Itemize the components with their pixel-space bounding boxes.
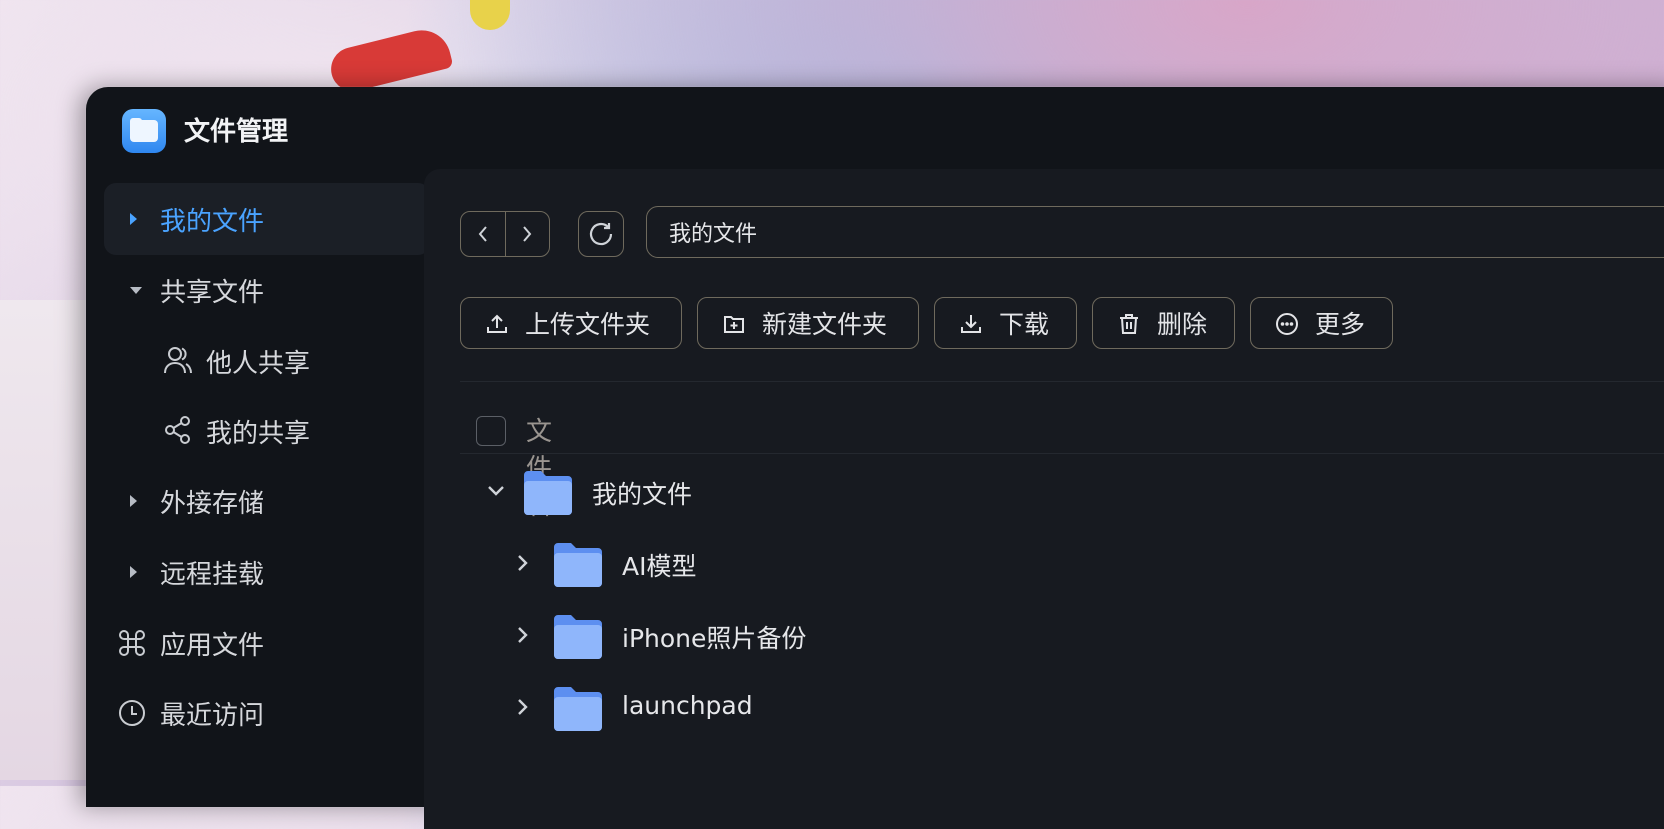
sidebar-item-label: 他人共享: [206, 348, 311, 379]
sidebar-item-label: 应用文件: [160, 630, 265, 661]
folder-plus-icon: [722, 312, 746, 342]
share-icon: [164, 415, 192, 452]
caret-right-icon: [130, 495, 137, 507]
select-all-checkbox[interactable]: [476, 416, 506, 446]
sidebar-item-label: 最近访问: [160, 700, 265, 731]
delete-button[interactable]: 删除: [1092, 297, 1235, 349]
table-row[interactable]: 我的文件: [460, 463, 1660, 523]
button-label: 更多: [1315, 310, 1366, 339]
sidebar-item-label: 我的共享: [206, 418, 311, 449]
sidebar-item-recent[interactable]: 最近访问: [104, 677, 430, 749]
refresh-icon: [589, 222, 613, 246]
chevron-down-icon[interactable]: [486, 483, 506, 502]
table-row[interactable]: launchpad: [460, 679, 1660, 739]
new-folder-button[interactable]: 新建文件夹: [697, 297, 919, 349]
chevron-right-icon[interactable]: [516, 553, 530, 577]
upload-icon: [485, 312, 509, 342]
download-icon: [959, 312, 983, 342]
app-title: 文件管理: [184, 117, 289, 147]
sidebar-item-remote-mount[interactable]: 远程挂载: [104, 536, 430, 608]
folder-icon: [552, 685, 604, 737]
file-name: iPhone照片备份: [622, 624, 807, 653]
forward-button[interactable]: [506, 212, 550, 256]
button-label: 上传文件夹: [525, 310, 651, 339]
sidebar-item-label: 我的文件: [160, 206, 265, 237]
button-label: 删除: [1157, 310, 1208, 339]
folder-app-icon: [122, 109, 166, 153]
sidebar-item-app-files[interactable]: 应用文件: [104, 607, 430, 679]
sidebar-item-label: 远程挂载: [160, 559, 265, 590]
folder-icon: [552, 613, 604, 665]
sidebar-item-shared-files[interactable]: 共享文件: [104, 254, 430, 326]
command-icon: [118, 629, 146, 664]
clock-icon: [118, 699, 146, 734]
main-panel: 我的文件 上传文件夹 新建文件夹 下载 删除 更多 文件 我的文件 AI模型 i…: [424, 169, 1664, 829]
chevron-right-icon[interactable]: [516, 697, 530, 721]
upload-folder-button[interactable]: 上传文件夹: [460, 297, 682, 349]
table-row[interactable]: iPhone照片备份: [460, 607, 1660, 667]
users-icon: [164, 345, 192, 382]
wallpaper-decoration: [326, 24, 454, 96]
more-button[interactable]: 更多: [1250, 297, 1393, 349]
sidebar-item-label: 外接存储: [160, 488, 265, 519]
table-row[interactable]: AI模型: [460, 535, 1660, 595]
divider: [460, 381, 1664, 382]
sidebar-item-my-files[interactable]: 我的文件: [104, 183, 430, 255]
sidebar-item-shared-with-me[interactable]: 他人共享: [104, 325, 430, 397]
file-name: launchpad: [622, 691, 753, 720]
path-input[interactable]: 我的文件: [646, 206, 1664, 258]
trash-icon: [1117, 312, 1141, 342]
folder-icon: [552, 541, 604, 593]
button-label: 下载: [999, 310, 1050, 339]
caret-right-icon: [130, 566, 137, 578]
chevron-right-icon: [523, 226, 532, 242]
chevron-left-icon: [478, 226, 487, 242]
title-bar: 文件管理: [86, 87, 1664, 167]
history-nav: [460, 211, 550, 257]
download-button[interactable]: 下载: [934, 297, 1077, 349]
caret-down-icon: [130, 286, 142, 294]
sidebar-item-label: 共享文件: [160, 277, 265, 308]
file-manager-window: 文件管理 我的文件 共享文件 他人共享 我的共享 外接存储 远程挂载 应用文件 …: [86, 87, 1664, 829]
more-icon: [1275, 312, 1299, 342]
caret-right-icon: [130, 213, 137, 225]
wallpaper-decoration: [0, 300, 90, 780]
folder-icon: [522, 469, 574, 521]
sidebar-item-external-storage[interactable]: 外接存储: [104, 465, 430, 537]
back-button[interactable]: [461, 212, 506, 256]
file-name: 我的文件: [592, 480, 693, 509]
refresh-button[interactable]: [578, 211, 624, 257]
file-name: AI模型: [622, 552, 697, 581]
chevron-right-icon[interactable]: [516, 625, 530, 649]
wallpaper-decoration: [470, 0, 510, 30]
divider: [460, 453, 1664, 454]
button-label: 新建文件夹: [762, 310, 888, 339]
sidebar-item-my-shares[interactable]: 我的共享: [104, 395, 430, 467]
